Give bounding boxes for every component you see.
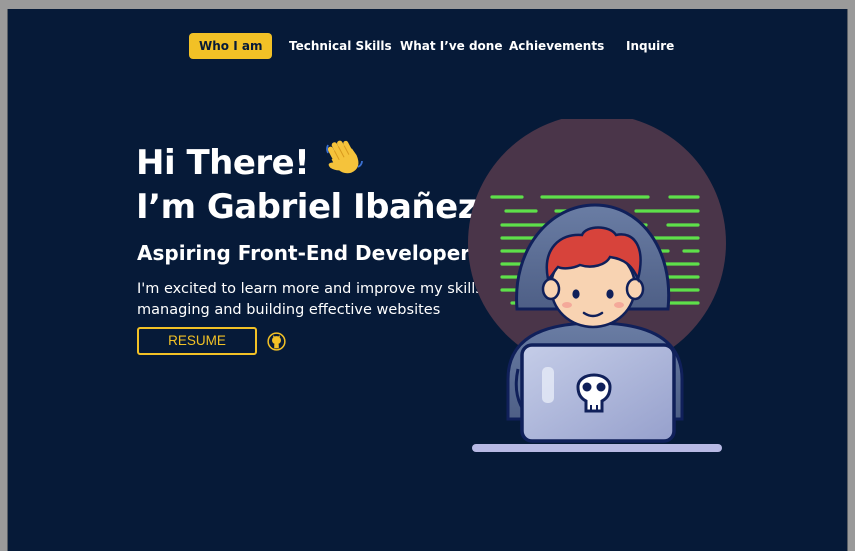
nav-item-what-ive-done[interactable]: What I’ve done: [400, 33, 502, 59]
github-icon[interactable]: [267, 332, 286, 351]
hero-role: Aspiring Front-End Developer: [137, 241, 471, 265]
resume-button[interactable]: RESUME: [137, 327, 257, 355]
nav-item-who-i-am[interactable]: Who I am: [189, 33, 273, 59]
hero-name: I’m Gabriel Ibañez: [136, 187, 477, 227]
hero-description: I'm excited to learn more and improve my…: [137, 281, 501, 318]
nav-item-inquire[interactable]: Inquire: [626, 33, 674, 59]
nav-item-technical-skills[interactable]: Technical Skills: [289, 33, 392, 59]
hero-greeting: Hi There!: [136, 143, 310, 183]
developer-illustration: [468, 119, 726, 452]
page-frame: Who I am Technical Skills What I’ve done…: [7, 9, 848, 551]
waving-hand-icon: [326, 140, 363, 174]
nav-item-achievements[interactable]: Achievements: [509, 33, 604, 59]
top-nav: Who I am Technical Skills What I’ve done…: [8, 33, 847, 59]
